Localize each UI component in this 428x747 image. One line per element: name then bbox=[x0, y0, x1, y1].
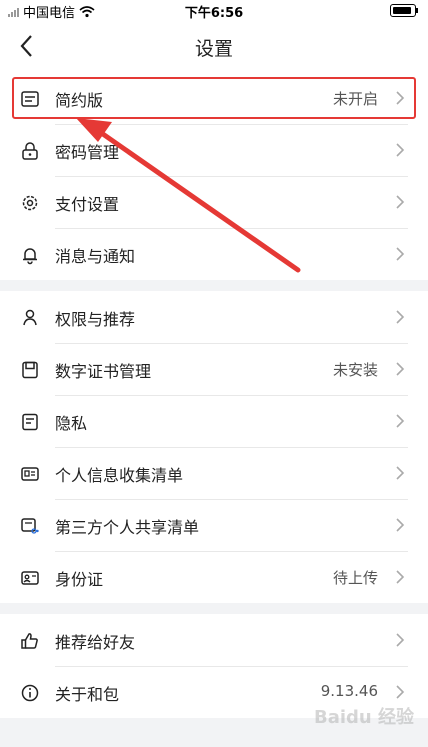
chevron-right-icon bbox=[396, 570, 405, 584]
settings-row-permissions[interactable]: 权限与推荐 bbox=[0, 291, 428, 343]
row-value: 未安装 bbox=[332, 361, 378, 379]
row-label: 第三方个人共享清单 bbox=[55, 518, 200, 537]
row-label: 权限与推荐 bbox=[55, 310, 136, 329]
chevron-right-icon bbox=[396, 247, 405, 261]
share-list-icon bbox=[21, 518, 39, 534]
certificate-icon bbox=[22, 361, 38, 379]
row-label: 支付设置 bbox=[55, 195, 120, 214]
settings-row-third-party[interactable]: 第三方个人共享清单 bbox=[0, 499, 428, 551]
row-value: 待上传 bbox=[332, 569, 378, 587]
privacy-icon bbox=[22, 413, 38, 431]
chevron-right-icon bbox=[396, 310, 405, 324]
chevron-right-icon bbox=[396, 518, 405, 532]
row-label: 关于和包 bbox=[55, 685, 120, 704]
page-title: 设置 bbox=[194, 38, 233, 60]
row-label: 隐私 bbox=[55, 414, 88, 433]
settings-row-privacy[interactable]: 隐私 bbox=[0, 395, 428, 447]
bell-icon bbox=[23, 248, 37, 265]
battery-icon bbox=[390, 4, 418, 17]
row-label: 推荐给好友 bbox=[55, 633, 136, 652]
chevron-right-icon bbox=[396, 362, 405, 376]
highlight-box bbox=[12, 77, 416, 119]
status-bar: 中国电信 下午6:56 bbox=[0, 0, 428, 21]
settings-row-certificate[interactable]: 数字证书管理 未安装 bbox=[0, 343, 428, 395]
watermark: Baidu 经验 bbox=[313, 707, 414, 728]
settings-row-identity-card[interactable]: 身份证 待上传 bbox=[0, 551, 428, 603]
lock-icon bbox=[22, 142, 38, 160]
settings-row-recommend[interactable]: 推荐给好友 bbox=[0, 614, 428, 666]
settings-row-payment[interactable]: 支付设置 bbox=[0, 176, 428, 228]
chevron-right-icon bbox=[396, 633, 405, 647]
row-label: 个人信息收集清单 bbox=[55, 466, 184, 485]
settings-group-2: 权限与推荐 数字证书管理 未安装 隐私 个人信息收集清单 第三方个人共享清单 身… bbox=[0, 291, 428, 603]
thumbs-up-icon bbox=[21, 633, 38, 649]
settings-row-info-collection[interactable]: 个人信息收集清单 bbox=[0, 447, 428, 499]
id-card-icon bbox=[21, 467, 39, 481]
row-label: 数字证书管理 bbox=[55, 362, 152, 381]
row-label: 消息与通知 bbox=[55, 247, 136, 266]
nav-bar: 设置 bbox=[0, 20, 428, 72]
settings-row-notifications[interactable]: 消息与通知 bbox=[0, 228, 428, 280]
row-value: 9.13.46 bbox=[320, 682, 378, 700]
chevron-right-icon bbox=[396, 414, 405, 428]
chevron-right-icon bbox=[396, 195, 405, 209]
identity-card-icon bbox=[21, 571, 39, 585]
row-label: 密码管理 bbox=[55, 143, 120, 162]
gear-icon bbox=[22, 195, 38, 211]
permission-icon bbox=[23, 309, 37, 326]
status-time: 下午6:56 bbox=[184, 6, 244, 21]
chevron-right-icon bbox=[396, 685, 405, 699]
settings-row-password[interactable]: 密码管理 bbox=[0, 124, 428, 176]
chevron-right-icon bbox=[396, 466, 405, 480]
info-icon bbox=[21, 684, 39, 702]
row-label: 身份证 bbox=[55, 570, 104, 589]
chevron-right-icon bbox=[396, 143, 405, 157]
